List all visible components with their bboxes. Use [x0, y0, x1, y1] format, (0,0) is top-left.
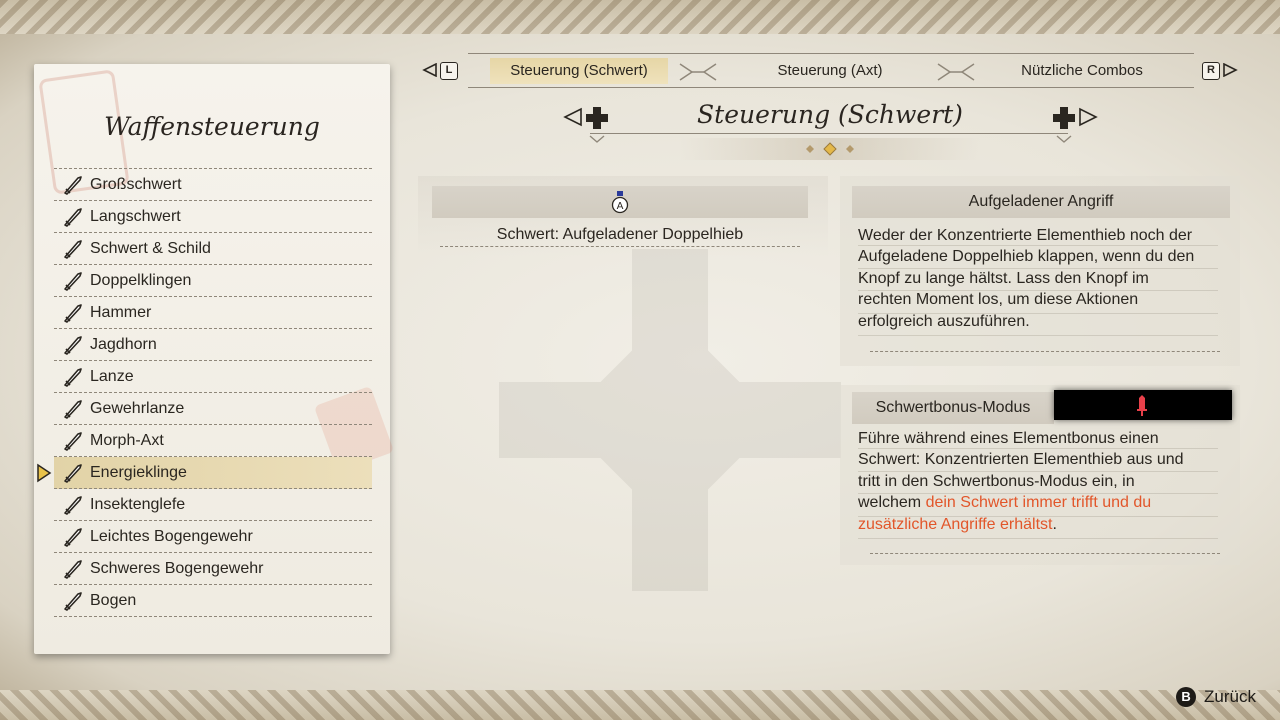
page-dot: [806, 145, 814, 153]
weapon-item[interactable]: Gewehrlanze: [54, 393, 372, 425]
weapon-item-label: Schwert & Schild: [90, 239, 211, 257]
button-header: A: [432, 186, 808, 218]
heavy-bowgun-icon: [60, 557, 86, 581]
dpad-right-icon[interactable]: [1050, 104, 1098, 130]
tab-label: Steuerung (Axt): [777, 62, 883, 79]
weapon-item-label: Morph-Axt: [90, 431, 164, 449]
tab-separator-icon: [679, 63, 717, 81]
svg-text:A: A: [617, 201, 624, 212]
selection-cursor-icon: [37, 463, 52, 483]
background-emblem: [499, 249, 841, 591]
hunting-horn-icon: [60, 333, 86, 357]
tab-right-arrow-icon[interactable]: [1222, 63, 1238, 77]
weapon-item-label: Energieklinge: [90, 463, 187, 481]
bonus-description: Führe während eines Elementbonus einen S…: [858, 428, 1188, 535]
back-label: Zurück: [1204, 687, 1256, 706]
weapon-item-label: Doppelklingen: [90, 271, 192, 289]
charge-blade-icon: [60, 461, 86, 485]
sword-and-shield-icon: [60, 237, 86, 261]
tab-bar: L Steuerung (Schwert) Steuerung (Axt) Nü…: [420, 52, 1242, 90]
weapon-item-label: Langschwert: [90, 207, 181, 225]
weapon-item[interactable]: Energieklinge: [37, 457, 372, 489]
weapon-item[interactable]: Doppelklingen: [54, 265, 372, 297]
weapon-item[interactable]: Leichtes Bogengewehr: [54, 521, 372, 553]
weapon-item-label: Leichtes Bogengewehr: [90, 527, 253, 545]
weapon-item[interactable]: Schweres Bogengewehr: [54, 553, 372, 585]
weapon-item-label: Schweres Bogengewehr: [90, 559, 264, 577]
page-indicator: [806, 142, 854, 156]
weapon-item-label: Gewehrlanze: [90, 399, 185, 417]
bow-icon: [60, 589, 86, 613]
weapon-item[interactable]: Jagdhorn: [54, 329, 372, 361]
weapon-item[interactable]: Bogen: [54, 585, 372, 617]
red-sword-icon: [1137, 395, 1147, 416]
hammer-icon: [60, 301, 86, 325]
tab-label: Steuerung (Schwert): [510, 62, 648, 79]
decorative-top-border: [0, 0, 1280, 34]
tab-sword-controls[interactable]: Steuerung (Schwert): [490, 58, 668, 84]
b-button-icon: B: [1176, 687, 1197, 707]
lance-icon: [60, 365, 86, 389]
bonus-heading: Schwertbonus-Modus: [852, 392, 1054, 424]
dual-blades-icon: [60, 269, 86, 293]
bonus-icon-bar: [1054, 390, 1232, 420]
back-button[interactable]: B Zurück: [1176, 686, 1256, 708]
weapon-item[interactable]: Großschwert: [54, 168, 372, 201]
weapon-item[interactable]: Hammer: [54, 297, 372, 329]
great-sword-icon: [60, 173, 86, 197]
bonus-text-end: .: [1052, 515, 1057, 533]
gunlance-icon: [60, 397, 86, 421]
info-description: Weder der Konzentrierte Elementhieb noch…: [858, 227, 1195, 330]
weapon-list: Großschwert Langschwert Schwert & Schild Do…: [37, 168, 372, 617]
weapon-item-label: Großschwert: [90, 175, 182, 193]
info-heading: Aufgeladener Angriff: [852, 186, 1230, 218]
tab-label: Nützliche Combos: [1021, 62, 1143, 79]
long-sword-icon: [60, 205, 86, 229]
action-label: Schwert: Aufgeladener Doppelhieb: [496, 226, 744, 243]
tab-separator-icon: [937, 63, 975, 81]
r-button-icon[interactable]: R: [1202, 62, 1220, 80]
a-button-icon: A: [611, 191, 629, 214]
panel-title: Waffensteuerung: [104, 112, 320, 141]
weapon-item-label: Bogen: [90, 591, 137, 609]
weapon-item-label: Hammer: [90, 303, 152, 321]
l-button-icon[interactable]: L: [440, 62, 458, 80]
weapon-item[interactable]: Morph-Axt: [54, 425, 372, 457]
weapon-list-panel: Waffensteuerung Großschwert Langschwert Sc…: [34, 64, 395, 654]
weapon-item[interactable]: Lanze: [54, 361, 372, 393]
decorative-bottom-border: [0, 690, 1280, 720]
light-bowgun-icon: [60, 525, 86, 549]
info-heading-text: Aufgeladener Angriff: [968, 193, 1114, 210]
dpad-left-icon[interactable]: [563, 104, 611, 130]
insect-glaive-icon: [60, 493, 86, 517]
weapon-item-label: Insektenglefe: [90, 495, 186, 513]
bonus-heading-text: Schwertbonus-Modus: [875, 399, 1031, 416]
weapon-item[interactable]: Schwert & Schild: [54, 233, 372, 265]
switch-axe-icon: [60, 429, 86, 453]
page-dot: [846, 145, 854, 153]
tab-left-arrow-icon[interactable]: [422, 63, 438, 77]
weapon-item-label: Jagdhorn: [90, 335, 157, 353]
tab-axe-controls[interactable]: Steuerung (Axt): [730, 58, 930, 84]
weapon-item-label: Lanze: [90, 367, 134, 385]
page-dot-active: [823, 142, 837, 156]
tab-useful-combos[interactable]: Nützliche Combos: [982, 58, 1182, 84]
weapon-item[interactable]: Insektenglefe: [54, 489, 372, 521]
page-title: Steuerung (Schwert): [697, 100, 963, 129]
weapon-item[interactable]: Langschwert: [54, 201, 372, 233]
